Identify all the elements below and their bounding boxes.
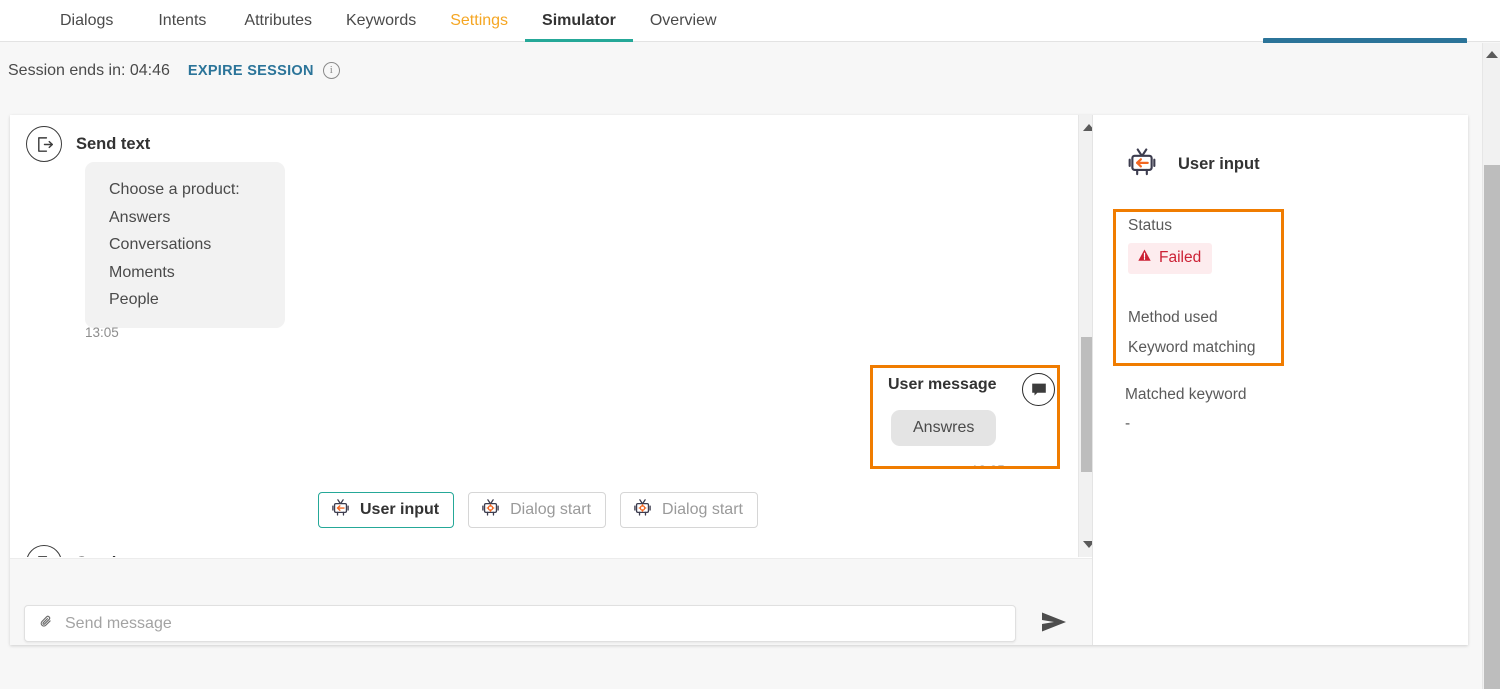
page-scrollbar[interactable] — [1482, 43, 1500, 689]
matched-keyword-value: - — [1125, 415, 1131, 432]
simulator-card: Send text Choose a product: Answers Conv… — [10, 115, 1468, 645]
session-timer-text: Session ends in: 04:46 — [8, 61, 170, 79]
session-status-bar: Session ends in: 04:46 EXPIRE SESSION i — [0, 43, 1500, 98]
chip-user-input-label: User input — [360, 501, 440, 518]
matched-keyword-label: Matched keyword — [1125, 386, 1247, 403]
expire-session-button[interactable]: EXPIRE SESSION — [188, 63, 314, 79]
robot-dialog-start-icon — [632, 497, 653, 523]
status-label: Status — [1128, 217, 1172, 234]
user-message-block[interactable]: User message Answres 13:05 — [870, 365, 1060, 469]
method-used-label: Method used — [1128, 309, 1218, 326]
bot-line-3: Moments — [109, 263, 175, 281]
paperclip-icon[interactable] — [38, 613, 55, 635]
robot-dialog-start-icon — [480, 497, 501, 523]
warning-triangle-icon — [1137, 248, 1152, 268]
send-text-icon — [26, 545, 62, 557]
send-button[interactable] — [1038, 609, 1072, 637]
chip-dialog-start-2[interactable]: Dialog start — [620, 492, 758, 528]
bot-line-1: Answers — [109, 208, 171, 226]
page-scroll-up-arrow-icon[interactable] — [1485, 51, 1498, 58]
tab-intents[interactable]: Intents — [137, 0, 227, 42]
tab-settings[interactable]: Settings — [433, 0, 525, 42]
details-header: User input — [1125, 145, 1260, 184]
conversation-scroll-area[interactable]: Send text Choose a product: Answers Conv… — [10, 115, 1067, 557]
page-scrollbar-thumb[interactable] — [1484, 165, 1500, 689]
chip-dialog-start-2-label: Dialog start — [662, 501, 743, 518]
tab-attributes[interactable]: Attributes — [227, 0, 329, 42]
send-text-icon — [26, 126, 62, 162]
node-chip-row: User input Dialog start Dialog start — [318, 492, 758, 528]
status-badge-label: Failed — [1159, 249, 1202, 266]
tab-keywords[interactable]: Keywords — [329, 0, 433, 42]
bot-line-0: Choose a product: — [109, 181, 240, 198]
message-input-wrapper[interactable] — [24, 605, 1016, 642]
top-navigation-bar: Dialogs Intents Attributes Keywords Sett… — [0, 0, 1500, 42]
tab-simulator[interactable]: Simulator — [525, 0, 633, 42]
tab-dialogs[interactable]: Dialogs — [36, 0, 137, 42]
tab-overview[interactable]: Overview — [633, 0, 734, 42]
status-highlight-box: Status Failed Method used Keyword matchi… — [1113, 209, 1284, 366]
robot-user-input-icon — [1125, 145, 1159, 184]
method-used-value: Keyword matching — [1128, 339, 1256, 356]
bot-line-2: Conversations — [109, 236, 212, 253]
info-icon[interactable]: i — [322, 62, 340, 79]
robot-user-input-icon — [330, 497, 351, 523]
chip-dialog-start-1[interactable]: Dialog start — [468, 492, 607, 528]
details-title: User input — [1178, 155, 1260, 173]
user-message-bubble: Answres — [891, 410, 997, 446]
chat-bubble-icon — [1022, 373, 1055, 406]
bot-message-bubble: Choose a product: Answers Conversations … — [85, 162, 285, 328]
message-input[interactable] — [63, 613, 1015, 634]
bot-turn-header: Send text — [26, 126, 150, 162]
bot-turn-header-clipped: Send text — [26, 545, 150, 557]
nav-tab-list: Dialogs Intents Attributes Keywords Sett… — [36, 0, 734, 42]
user-message-title: User message — [888, 376, 997, 393]
chip-user-input[interactable]: User input — [318, 492, 455, 528]
bot-turn-title-clipped: Send text — [76, 554, 150, 558]
user-message-timestamp: 13:05 — [971, 463, 1005, 466]
status-badge: Failed — [1128, 243, 1213, 274]
send-icon — [1040, 612, 1070, 638]
node-details-panel: User input Status Failed Method used Key… — [1092, 115, 1468, 645]
message-composer — [10, 558, 1092, 645]
chip-dialog-start-1-label: Dialog start — [510, 501, 592, 518]
conversation-pane: Send text Choose a product: Answers Conv… — [10, 115, 1098, 645]
bot-turn-title: Send text — [76, 134, 151, 153]
bot-line-4: People — [109, 291, 159, 308]
bot-message-timestamp: 13:05 — [85, 325, 119, 340]
